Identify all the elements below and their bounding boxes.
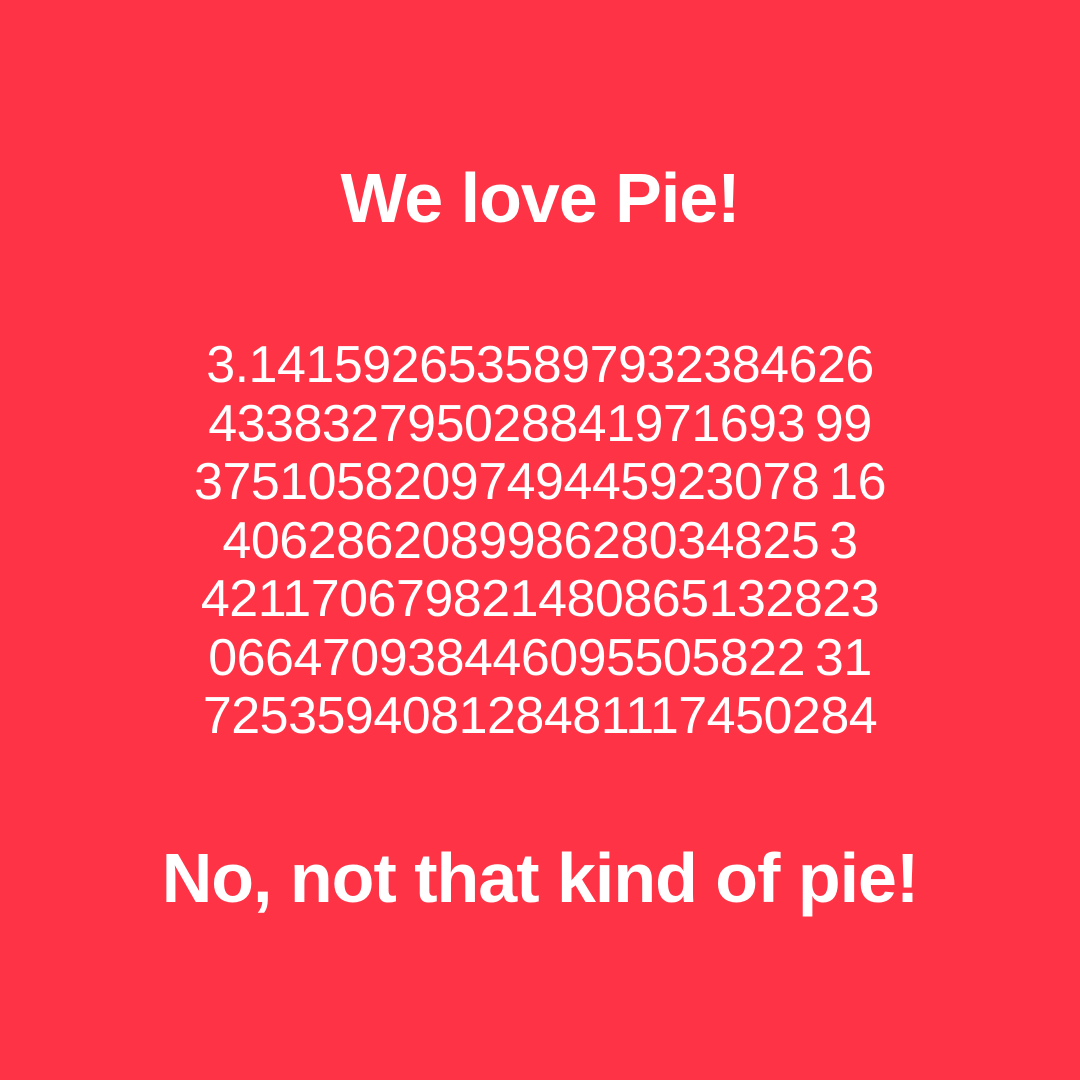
headline: We love Pie! [340,159,740,237]
pi-digits-line: 3751058209749445923078 16 [194,453,887,511]
pi-digits-line: 433832795028841971693 99 [208,394,872,453]
graphic-canvas: We love Pie! 3.1415926535897932384626 43… [0,0,1080,1080]
footer-tagline: No, not that kind of pie! [161,839,920,917]
pi-digits-block: 3.1415926535897932384626 433832795028841… [0,336,1080,746]
pi-digits-line: 406286208998628034825 3 [222,511,858,570]
pi-digits-line: 066470938446095505822 31 [208,628,872,687]
pi-digits-line: 725359408128481117450284 [202,687,878,745]
pi-digits-line: 421170679821480865132823 [200,570,880,628]
pi-digits-line: 3.1415926535897932384626 [206,336,874,394]
